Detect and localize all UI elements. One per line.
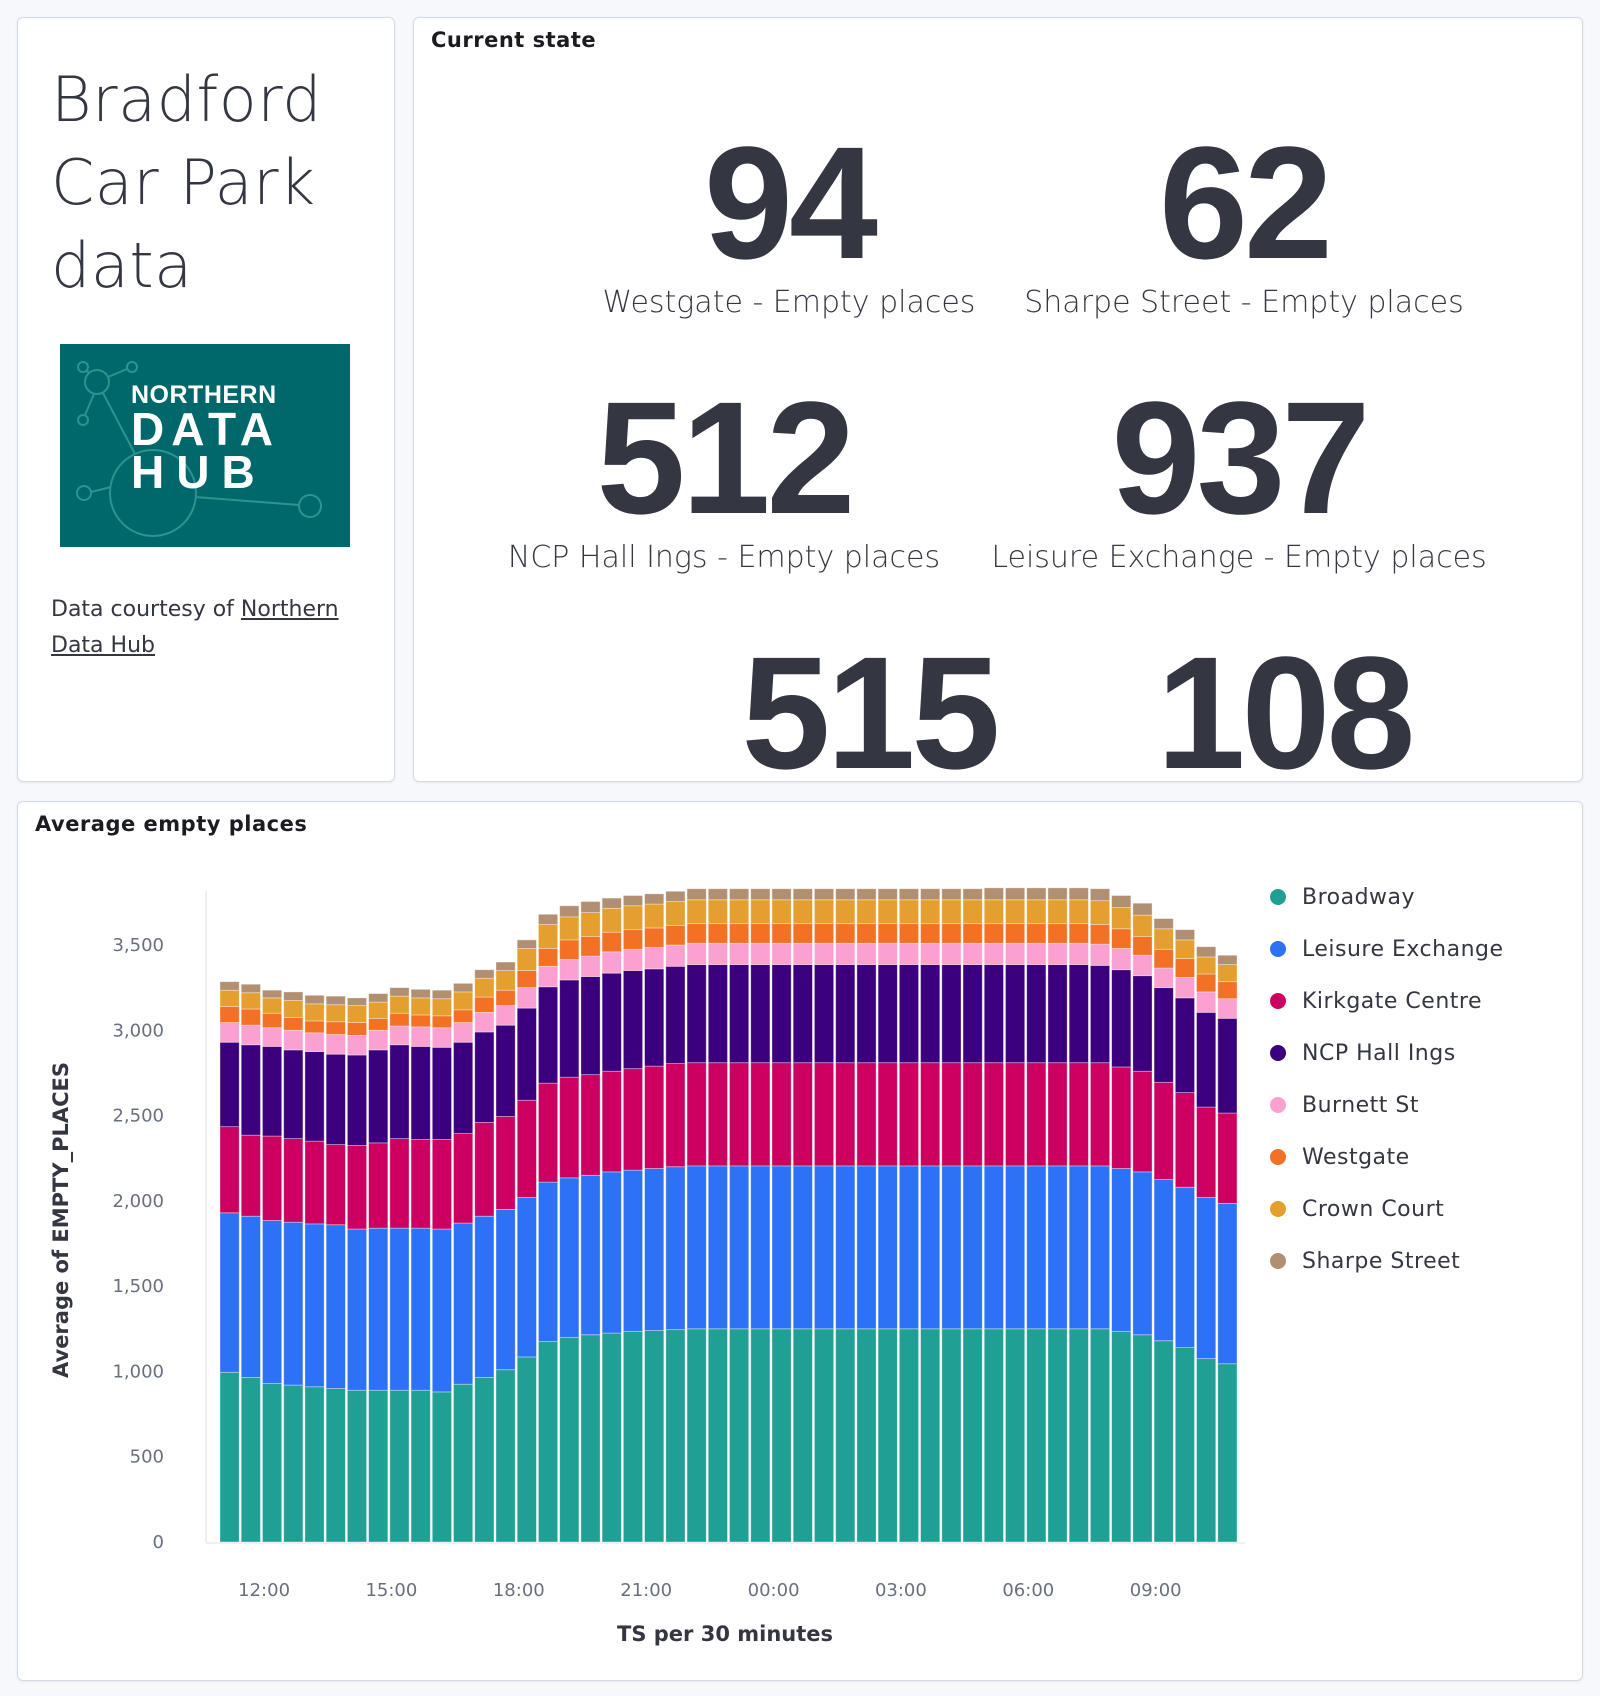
metric-label: NCP Hall Ings - Empty places (507, 540, 941, 575)
logo-line-data: DATA (131, 403, 280, 455)
logo-line-hub: HUB (131, 446, 267, 498)
current-state-panel: Current state 94 Westgate - Empty places… (413, 17, 1583, 782)
legend-color-dot-icon (1270, 993, 1286, 1009)
panel-title-current-state: Current state (431, 28, 597, 52)
metric-value: 62 (1159, 113, 1333, 292)
legend-label: Westgate (1302, 1144, 1410, 1170)
legend-label: Broadway (1302, 884, 1416, 910)
legend-color-dot-icon (1270, 1201, 1286, 1217)
legend-color-dot-icon (1270, 1045, 1286, 1061)
metric-ncp-hall-ings: 512 NCP Hall Ings - Empty places (474, 368, 974, 576)
legend-item-leisure-exchange[interactable]: Leisure Exchange (1270, 934, 1504, 964)
legend-color-dot-icon (1270, 1097, 1286, 1113)
average-empty-places-panel: Average empty places (17, 801, 1583, 1681)
legend-color-dot-icon (1270, 1149, 1286, 1165)
intro-panel: Bradford Car Park data NORTHERN DATA HUB… (17, 17, 395, 782)
legend-item-sharpe-street[interactable]: Sharpe Street (1270, 1246, 1460, 1276)
metric-6: 108 (1034, 633, 1534, 782)
title-line-2: Car Park (51, 146, 316, 219)
legend-item-crown-court[interactable]: Crown Court (1270, 1194, 1444, 1224)
metric-value: 108 (1156, 623, 1416, 782)
metric-westgate: 94 Westgate - Empty places (564, 113, 1014, 321)
metric-value: 512 (596, 368, 856, 547)
metric-value: 94 (704, 113, 878, 292)
metric-label: Leisure Exchange - Empty places (991, 540, 1487, 575)
courtesy-prefix: Data courtesy of (51, 597, 241, 622)
legend-item-ncp-hall-ings[interactable]: NCP Hall Ings (1270, 1038, 1456, 1068)
legend-item-burnett-st[interactable]: Burnett St (1270, 1090, 1419, 1120)
metric-sharpe-street: 62 Sharpe Street - Empty places (994, 113, 1494, 321)
legend-color-dot-icon (1270, 941, 1286, 957)
legend-label: Sharpe Street (1302, 1248, 1461, 1274)
metric-label: Sharpe Street - Empty places (1024, 285, 1464, 320)
legend-label: Kirkgate Centre (1302, 988, 1482, 1014)
legend-label: Burnett St (1302, 1092, 1420, 1118)
legend-item-kirkgate-centre[interactable]: Kirkgate Centre (1270, 986, 1482, 1016)
legend-label: Crown Court (1302, 1196, 1445, 1222)
legend-label: NCP Hall Ings (1302, 1040, 1456, 1066)
panel-title-average-empty-places: Average empty places (35, 812, 308, 836)
title-line-1: Bradford (51, 63, 322, 136)
legend-item-broadway[interactable]: Broadway (1270, 882, 1415, 912)
dashboard-title: Bradford Car Park data (51, 58, 322, 307)
legend-item-westgate[interactable]: Westgate (1270, 1142, 1410, 1172)
metric-value: 937 (1111, 368, 1371, 547)
metric-label: Westgate - Empty places (602, 285, 976, 320)
metric-leisure-exchange: 937 Leisure Exchange - Empty places (959, 368, 1519, 576)
legend-color-dot-icon (1270, 889, 1286, 905)
legend-color-dot-icon (1270, 1253, 1286, 1269)
logo-text: NORTHERN DATA HUB (131, 382, 280, 498)
northern-data-hub-logo: NORTHERN DATA HUB (60, 344, 350, 547)
title-line-3: data (51, 229, 193, 302)
courtesy-text: Data courtesy of Northern Data Hub (51, 592, 371, 664)
legend-label: Leisure Exchange (1302, 936, 1504, 962)
